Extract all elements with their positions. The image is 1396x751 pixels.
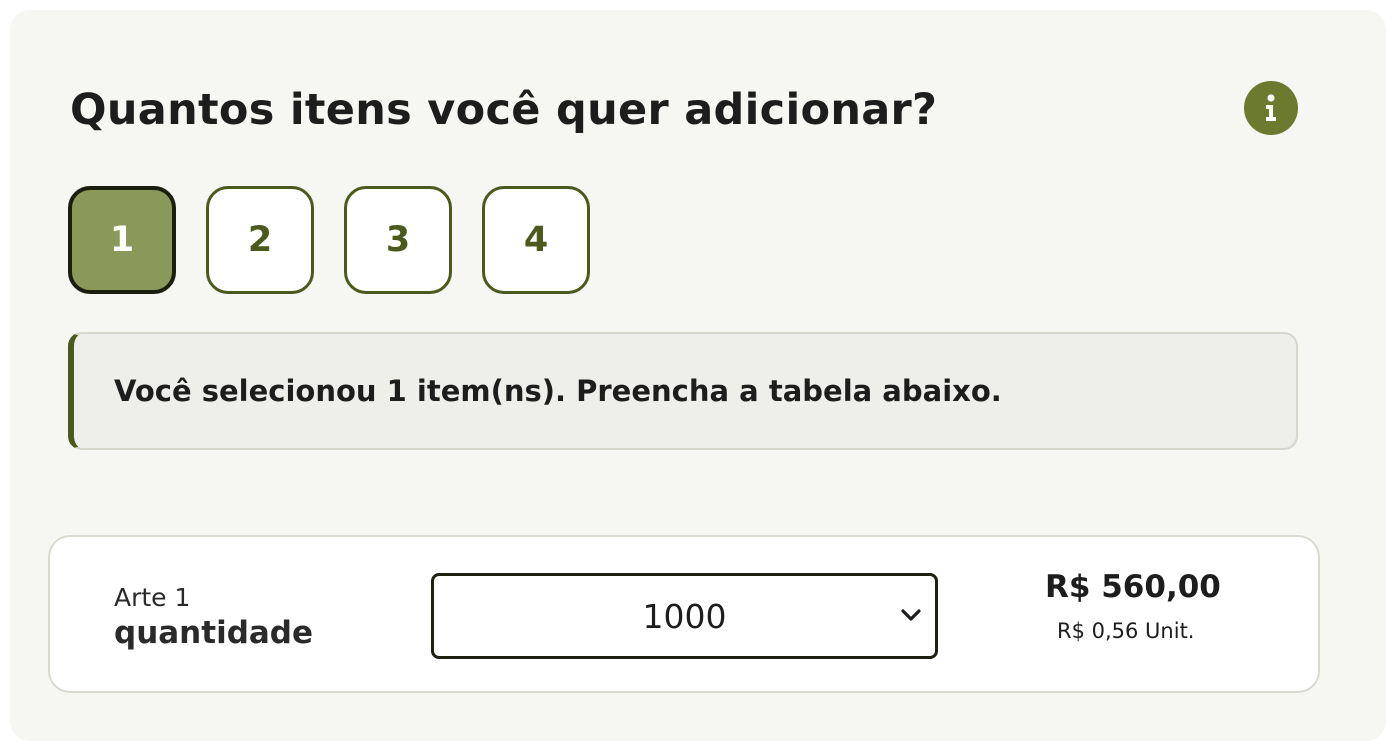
info-glyph — [1266, 94, 1276, 121]
quantity-option-1[interactable]: 1 — [68, 186, 176, 294]
selection-alert: Você selecionou 1 item(ns). Preencha a t… — [68, 332, 1298, 450]
info-icon[interactable] — [1244, 81, 1298, 135]
total-price: R$ 560,00 — [1045, 569, 1221, 605]
unit-price: R$ 0,56 Unit. — [1057, 619, 1195, 643]
chevron-down-icon — [901, 609, 921, 621]
quantity-select-value: 1000 — [642, 596, 727, 636]
quantity-select[interactable]: 1000 — [431, 573, 938, 659]
item-name: Arte 1 — [114, 583, 191, 612]
quantity-option-2[interactable]: 2 — [206, 186, 314, 294]
quantity-option-4[interactable]: 4 — [482, 186, 590, 294]
alert-text: Você selecionou 1 item(ns). Preencha a t… — [114, 374, 1002, 408]
page-title: Quantos itens você quer adicionar? — [70, 85, 938, 135]
quantity-options: 1 2 3 4 — [68, 186, 590, 294]
item-row: Arte 1 quantidade 1000 R$ 560,00 R$ 0,56… — [48, 535, 1320, 693]
quantity-card: Quantos itens você quer adicionar? 1 2 3… — [10, 10, 1386, 741]
quantity-label: quantidade — [114, 615, 314, 651]
quantity-option-3[interactable]: 3 — [344, 186, 452, 294]
